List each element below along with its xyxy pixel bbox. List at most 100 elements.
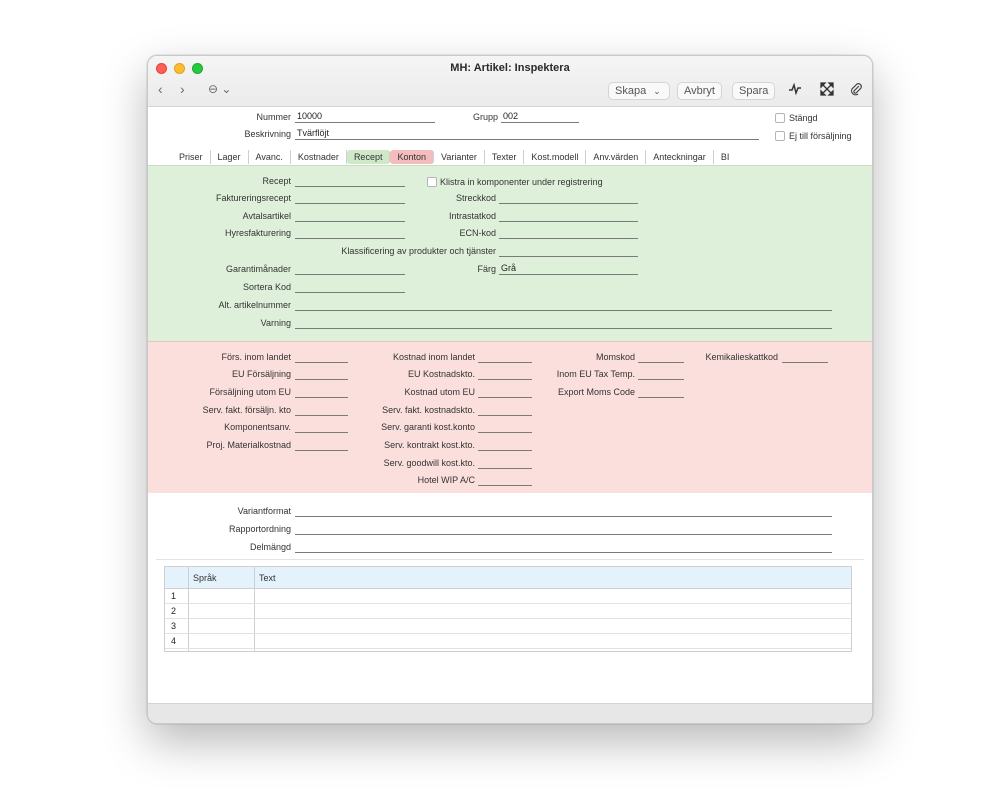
recipe-section: Recept Klistra in komponenter under regi… (148, 165, 872, 341)
activity-icon[interactable] (788, 82, 802, 99)
warning-field[interactable] (295, 317, 832, 329)
invoice-recipe-field[interactable] (295, 192, 405, 204)
group-field[interactable]: 002 (501, 111, 579, 123)
variant-format-field[interactable] (295, 505, 832, 517)
intrastat-field[interactable] (499, 210, 638, 222)
closed-checkbox-label: Stängd (789, 113, 818, 123)
recipe-field[interactable] (295, 175, 405, 187)
save-button[interactable]: Spara (732, 82, 776, 100)
tab-user-values[interactable]: Anv.värden (586, 150, 647, 164)
serv-goodwill-cost-field[interactable] (478, 457, 532, 469)
create-button[interactable]: Skapa ⌄ (608, 82, 670, 100)
serv-invoice-sales-label: Serv. fakt. försäljn. kto (202, 405, 291, 415)
proj-material-cost-field[interactable] (295, 439, 348, 451)
table-row[interactable]: 4 (165, 634, 851, 649)
table-row[interactable]: 3 (165, 619, 851, 634)
not-for-sale-checkbox-label: Ej till försäljning (789, 131, 852, 141)
ecn-label: ECN-kod (459, 228, 496, 238)
paperclip-icon[interactable] (849, 82, 863, 99)
sub-quantity-field[interactable] (295, 541, 832, 553)
serv-contract-cost-label: Serv. kontrakt kost.kto. (384, 440, 475, 450)
create-button-label: Skapa (615, 85, 647, 97)
titlebar: MH: Artikel: Inspektera ‹ › ⊖ ⌄ Skapa ⌄ … (148, 56, 872, 107)
chem-tax-field[interactable] (782, 351, 828, 363)
eu-cost-account-label: EU Kostnadskto. (407, 369, 475, 379)
description-label: Beskrivning (244, 129, 291, 139)
column-header-language[interactable]: Språk (193, 573, 217, 583)
rental-invoicing-field[interactable] (295, 227, 405, 239)
row-number: 4 (171, 636, 177, 646)
barcode-label: Streckkod (455, 193, 496, 203)
component-use-label: Komponentsanv. (224, 422, 291, 432)
classification-label: Klassificering av produkter och tjänster (341, 246, 496, 256)
item-inspect-window: MH: Artikel: Inspektera ‹ › ⊖ ⌄ Skapa ⌄ … (147, 55, 873, 724)
tab-advanced[interactable]: Avanc. (249, 150, 291, 164)
tab-cost-model[interactable]: Kost.modell (524, 150, 587, 164)
vat-code-field[interactable] (638, 351, 684, 363)
more-menu-button[interactable]: ⊖ ⌄ (208, 82, 231, 96)
contract-item-field[interactable] (295, 210, 405, 222)
tab-bi[interactable]: BI (714, 150, 737, 164)
cost-domestic-field[interactable] (478, 351, 532, 363)
warning-label: Varning (260, 318, 291, 328)
serv-invoice-sales-field[interactable] (295, 404, 348, 416)
tab-recipe[interactable]: Recept (346, 150, 391, 164)
cancel-button[interactable]: Avbryt (677, 82, 722, 100)
language-text-grid[interactable]: Språk Text 1 2 3 4 (164, 566, 852, 652)
tab-costs[interactable]: Kostnader (291, 150, 347, 164)
eu-sales-field[interactable] (295, 368, 348, 380)
serv-contract-cost-field[interactable] (478, 439, 532, 451)
window-title: MH: Artikel: Inspektera (450, 62, 570, 74)
back-button[interactable]: ‹ (158, 82, 163, 96)
paste-components-checkbox[interactable] (427, 177, 437, 187)
chevron-down-icon: ⌄ (653, 86, 661, 96)
tab-texts[interactable]: Texter (485, 150, 525, 164)
hotel-wip-field[interactable] (478, 474, 532, 486)
tab-variants[interactable]: Varianter (434, 150, 485, 164)
column-header-text[interactable]: Text (259, 573, 276, 583)
serv-warranty-cost-field[interactable] (478, 421, 532, 433)
inom-eu-tax-field[interactable] (638, 368, 684, 380)
export-vat-field[interactable] (638, 386, 684, 398)
color-field[interactable]: Grå (499, 263, 638, 275)
tab-notes[interactable]: Anteckningar (646, 150, 714, 164)
inom-eu-tax-label: Inom EU Tax Temp. (556, 369, 635, 379)
sales-domestic-field[interactable] (295, 351, 348, 363)
status-bar (148, 703, 872, 723)
table-row[interactable]: 1 (165, 589, 851, 604)
ecn-field[interactable] (499, 227, 638, 239)
number-field[interactable]: 10000 (295, 111, 435, 123)
variant-format-label: Variantformat (237, 506, 291, 516)
serv-invoice-cost-field[interactable] (478, 404, 532, 416)
sort-code-label: Sortera Kod (242, 282, 291, 292)
vat-code-label: Momskod (595, 352, 635, 362)
eu-cost-account-field[interactable] (478, 368, 532, 380)
sales-domestic-label: Förs. inom landet (221, 352, 291, 362)
tab-stock[interactable]: Lager (211, 150, 249, 164)
sub-quantity-label: Delmängd (249, 542, 291, 552)
cost-outside-eu-field[interactable] (478, 386, 532, 398)
classification-field[interactable] (499, 245, 638, 257)
forward-button[interactable]: › (180, 82, 185, 96)
sort-code-field[interactable] (295, 281, 405, 293)
report-order-field[interactable] (295, 523, 832, 535)
cost-domestic-label: Kostnad inom landet (392, 352, 475, 362)
not-for-sale-checkbox[interactable] (775, 131, 785, 141)
tab-prices[interactable]: Priser (172, 150, 211, 164)
warranty-months-field[interactable] (295, 263, 405, 275)
barcode-field[interactable] (499, 192, 638, 204)
alt-item-number-field[interactable] (295, 299, 832, 311)
contract-item-label: Avtalsartikel (242, 211, 291, 221)
table-row[interactable]: 2 (165, 604, 851, 619)
component-use-field[interactable] (295, 421, 348, 433)
serv-invoice-cost-label: Serv. fakt. kostnadskto. (382, 405, 475, 415)
description-field[interactable]: Tvärflöjt (295, 128, 759, 140)
format-section: Variantformat Rapportordning Delmängd (148, 493, 872, 563)
intrastat-label: Intrastatkod (448, 211, 496, 221)
tab-accounts[interactable]: Konton (390, 150, 434, 164)
expand-icon[interactable] (820, 82, 834, 99)
closed-checkbox[interactable] (775, 113, 785, 123)
tab-bar: Priser Lager Avanc. Kostnader Recept Kon… (172, 149, 736, 165)
sales-outside-eu-field[interactable] (295, 386, 348, 398)
serv-warranty-cost-label: Serv. garanti kost.konto (381, 422, 475, 432)
